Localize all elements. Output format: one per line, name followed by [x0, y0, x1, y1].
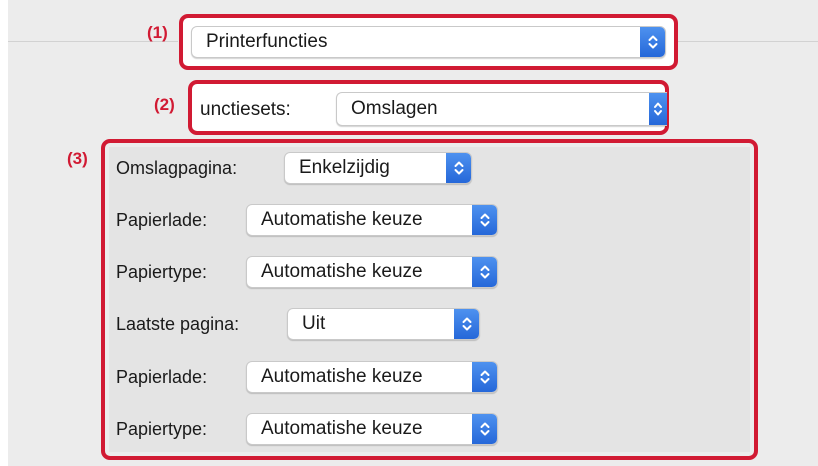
- callout-label-3: (3): [67, 149, 88, 168]
- up-down-chevron-icon: [472, 257, 497, 287]
- callout-frame-1: Printerfuncties: [179, 14, 678, 70]
- paper-tray-popup[interactable]: Automatishe keuze: [246, 204, 498, 236]
- up-down-chevron-icon: [472, 205, 497, 235]
- paper-tray-label: Papierlade:: [116, 210, 208, 230]
- feature-sets-value: Omslagen: [351, 98, 438, 119]
- separator-line-right: [672, 41, 818, 42]
- feature-sets-label: unctiesets:: [200, 99, 291, 120]
- paper-tray-last-label: Papierlade:: [116, 367, 208, 387]
- paper-type-label: Papiertype:: [116, 262, 208, 282]
- cover-page-label: Omslagpagina:: [116, 158, 238, 178]
- up-down-chevron-icon: [454, 309, 479, 339]
- paper-type-value: Automatishe keuze: [261, 261, 423, 282]
- last-page-label: Laatste pagina:: [116, 314, 240, 334]
- paper-type-popup[interactable]: Automatishe keuze: [246, 256, 498, 288]
- up-down-chevron-icon: [649, 93, 667, 125]
- up-down-chevron-icon: [446, 153, 471, 183]
- last-page-value: Uit: [302, 313, 326, 334]
- cover-page-value: Enkelzijdig: [299, 157, 390, 178]
- paper-type-last-value: Automatishe keuze: [261, 418, 423, 439]
- cover-page-popup[interactable]: Enkelzijdig: [284, 152, 472, 184]
- cover-settings-panel: [109, 147, 750, 452]
- paper-tray-last-value: Automatishe keuze: [261, 366, 423, 387]
- paper-type-last-label: Papiertype:: [116, 419, 208, 439]
- printer-features-popup[interactable]: Printerfuncties: [191, 26, 666, 58]
- feature-sets-popup[interactable]: Omslagen: [336, 92, 667, 126]
- callout-label-2: (2): [154, 95, 175, 114]
- printer-features-value: Printerfuncties: [206, 31, 328, 52]
- last-page-popup[interactable]: Uit: [287, 308, 480, 340]
- paper-tray-last-popup[interactable]: Automatishe keuze: [246, 361, 498, 393]
- up-down-chevron-icon: [640, 27, 665, 57]
- callout-label-1: (1): [147, 23, 168, 42]
- paper-type-last-popup[interactable]: Automatishe keuze: [246, 413, 498, 445]
- up-down-chevron-icon: [472, 414, 497, 444]
- up-down-chevron-icon: [472, 362, 497, 392]
- print-dialog-excerpt: (1) Printerfuncties (2) unctiesets: Omsl…: [0, 0, 818, 466]
- paper-tray-value: Automatishe keuze: [261, 209, 423, 230]
- callout-frame-2: unctiesets: Omslagen: [188, 80, 669, 135]
